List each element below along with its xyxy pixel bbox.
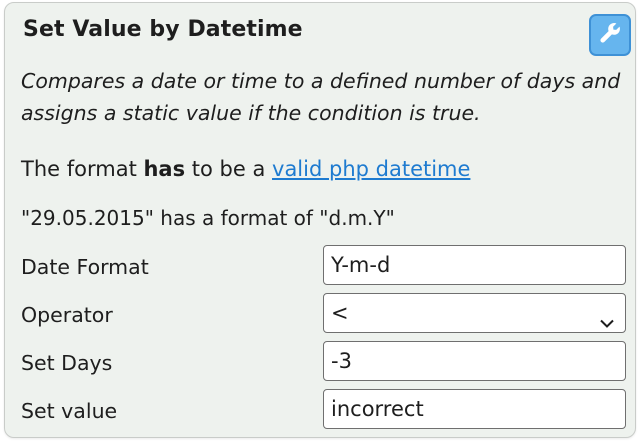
format-note-prefix: The format xyxy=(21,157,144,181)
operator-label: Operator xyxy=(21,303,113,327)
format-note-emphasis: has xyxy=(143,157,186,181)
operator-value: < xyxy=(331,300,349,325)
date-format-label: Date Format xyxy=(21,255,149,279)
settings-button[interactable] xyxy=(589,14,631,56)
php-datetime-link[interactable]: valid php datetime xyxy=(272,157,470,181)
set-value-by-datetime-panel: Set Value by Datetime Compares a date or… xyxy=(4,2,636,438)
set-value-input[interactable] xyxy=(323,389,626,429)
set-value-label: Set value xyxy=(21,399,118,423)
wrench-icon xyxy=(598,21,622,49)
format-note-middle: to be a xyxy=(185,157,273,181)
set-days-label: Set Days xyxy=(21,351,113,375)
chevron-down-icon xyxy=(599,305,615,342)
set-days-input[interactable] xyxy=(323,341,626,381)
format-note: The format has to be a valid php datetim… xyxy=(21,157,470,181)
panel-title: Set Value by Datetime xyxy=(23,17,303,42)
operator-select[interactable]: < xyxy=(323,293,626,333)
format-example: "29.05.2015" has a format of "d.m.Y" xyxy=(21,206,395,230)
panel-description: Compares a date or time to a defined num… xyxy=(21,69,621,125)
date-format-input[interactable] xyxy=(323,245,626,285)
